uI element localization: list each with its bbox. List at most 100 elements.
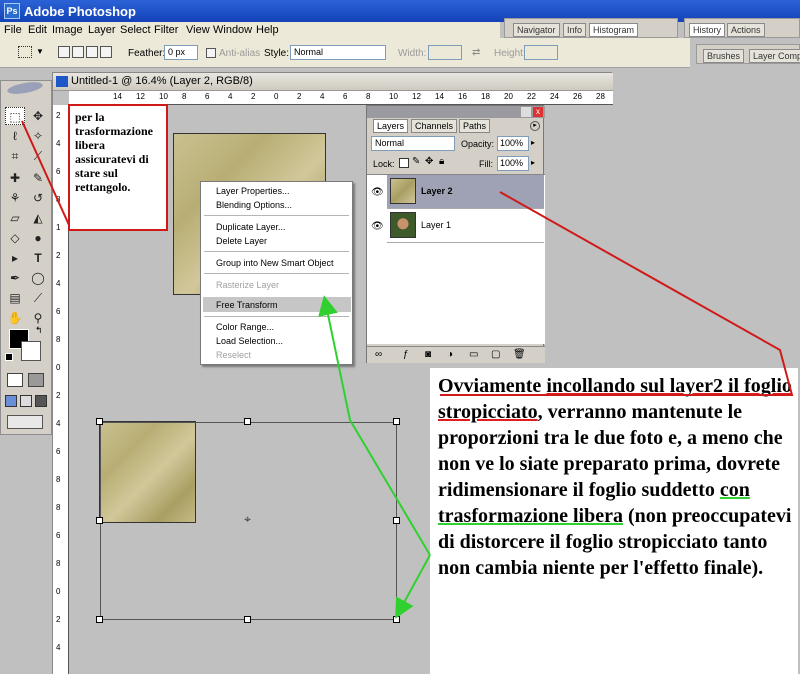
lock-transparent-icon[interactable] bbox=[399, 158, 409, 168]
antialias-checkbox[interactable] bbox=[206, 48, 216, 58]
menu-item-color-range[interactable]: Color Range... bbox=[216, 322, 274, 332]
swap-arrows-icon[interactable]: ⇄ bbox=[472, 47, 480, 58]
feather-input[interactable]: 0 px bbox=[164, 45, 198, 60]
tab-layers[interactable]: Layers bbox=[373, 119, 409, 133]
tab-brushes[interactable]: Brushes bbox=[703, 49, 745, 63]
move-tool-icon[interactable]: ✥ bbox=[28, 107, 48, 125]
fill-slider-arrow-icon[interactable]: ▸ bbox=[531, 158, 535, 167]
style-select[interactable]: Normal bbox=[290, 45, 386, 60]
menu-layer[interactable]: Layer bbox=[88, 24, 116, 36]
menu-help[interactable]: Help bbox=[256, 24, 279, 36]
menu-item-load-selection[interactable]: Load Selection... bbox=[216, 336, 283, 346]
menu-item-free-transform[interactable]: Free Transform bbox=[216, 300, 278, 310]
clone-stamp-tool-icon[interactable]: ⚘ bbox=[5, 189, 25, 207]
menu-item-duplicate-layer[interactable]: Duplicate Layer... bbox=[216, 222, 286, 232]
lock-position-icon[interactable]: ✥ bbox=[425, 156, 433, 167]
link-layers-icon[interactable]: ∞ bbox=[375, 349, 382, 360]
subtract-selection-icon[interactable] bbox=[86, 46, 98, 58]
add-selection-icon[interactable] bbox=[72, 46, 84, 58]
hand-tool-icon[interactable]: ✋ bbox=[5, 309, 25, 327]
layer-mask-icon[interactable]: ◙ bbox=[425, 349, 431, 360]
screen-mode-full-icon[interactable] bbox=[35, 395, 47, 407]
paint-bucket-tool-icon[interactable]: ◭ bbox=[28, 209, 48, 227]
rectangular-marquee-tool-icon[interactable]: ⬚ bbox=[5, 107, 25, 125]
crop-tool-icon[interactable]: ⌗ bbox=[5, 147, 25, 165]
close-icon[interactable]: x bbox=[533, 107, 543, 117]
intersect-selection-icon[interactable] bbox=[100, 46, 112, 58]
menu-file[interactable]: File bbox=[4, 24, 22, 36]
menu-filter[interactable]: Filter bbox=[154, 24, 178, 36]
lock-image-icon[interactable]: ✎ bbox=[412, 156, 420, 167]
tab-actions[interactable]: Actions bbox=[727, 23, 765, 37]
visibility-eye-icon[interactable]: 👁︎ bbox=[371, 221, 385, 233]
tab-channels[interactable]: Channels bbox=[411, 119, 458, 133]
transform-handle[interactable] bbox=[393, 418, 400, 425]
opacity-input[interactable]: 100% bbox=[497, 136, 529, 151]
history-brush-tool-icon[interactable]: ↺ bbox=[28, 189, 48, 207]
transform-handle[interactable] bbox=[96, 517, 103, 524]
new-layer-icon[interactable]: ▢ bbox=[491, 349, 500, 360]
menu-select[interactable]: Select bbox=[120, 24, 151, 36]
shape-tool-icon[interactable]: ◯ bbox=[28, 269, 48, 287]
menu-item-layer-properties[interactable]: Layer Properties... bbox=[216, 186, 290, 196]
background-color-swatch[interactable] bbox=[21, 341, 41, 361]
lock-all-icon[interactable]: 🔒︎ bbox=[439, 156, 444, 167]
marquee-tool-preset-icon[interactable] bbox=[18, 46, 32, 58]
delete-layer-icon[interactable]: 🗑︎ bbox=[513, 349, 526, 360]
menu-item-group-smart-object[interactable]: Group into New Smart Object bbox=[216, 258, 334, 268]
eyedropper-tool-icon[interactable]: ⟋ bbox=[28, 289, 48, 307]
menu-edit[interactable]: Edit bbox=[28, 24, 47, 36]
blur-tool-icon[interactable]: ◇ bbox=[5, 229, 25, 247]
notes-tool-icon[interactable]: ▤ bbox=[5, 289, 25, 307]
default-colors-icon[interactable] bbox=[5, 353, 13, 361]
transform-handle[interactable] bbox=[96, 418, 103, 425]
tab-navigator[interactable]: Navigator bbox=[513, 23, 560, 37]
transform-center-point-icon[interactable]: ⌖ bbox=[241, 513, 254, 526]
quick-mask-mode-icon[interactable] bbox=[28, 373, 44, 387]
menu-view[interactable]: View bbox=[186, 24, 210, 36]
layer-row-layer-2[interactable]: Layer 2 bbox=[387, 175, 544, 209]
transform-handle[interactable] bbox=[244, 616, 251, 623]
jump-to-imageready-icon[interactable] bbox=[7, 415, 43, 429]
healing-brush-tool-icon[interactable]: ✚ bbox=[5, 169, 25, 187]
new-group-icon[interactable]: ▭ bbox=[469, 349, 478, 360]
preset-dropdown-icon[interactable]: ▼ bbox=[36, 47, 44, 56]
adjustment-layer-icon[interactable]: ◑ bbox=[447, 349, 453, 360]
width-input[interactable] bbox=[428, 45, 462, 60]
layer-row-layer-1[interactable]: Layer 1 bbox=[387, 209, 544, 243]
menu-image[interactable]: Image bbox=[52, 24, 83, 36]
menu-item-delete-layer[interactable]: Delete Layer bbox=[216, 236, 267, 246]
new-selection-icon[interactable] bbox=[58, 46, 70, 58]
slice-tool-icon[interactable]: ⟋ bbox=[28, 147, 48, 165]
transform-handle[interactable] bbox=[393, 517, 400, 524]
opacity-slider-arrow-icon[interactable]: ▸ bbox=[531, 138, 535, 147]
brush-tool-icon[interactable]: ✎ bbox=[28, 169, 48, 187]
tab-paths[interactable]: Paths bbox=[459, 119, 491, 133]
magic-wand-tool-icon[interactable]: ✧ bbox=[28, 127, 48, 145]
dodge-tool-icon[interactable]: ● bbox=[28, 229, 48, 247]
pen-tool-icon[interactable]: ✒ bbox=[5, 269, 25, 287]
minimize-icon[interactable] bbox=[521, 107, 531, 117]
screen-mode-full-menu-icon[interactable] bbox=[20, 395, 32, 407]
path-selection-tool-icon[interactable]: ▸ bbox=[5, 249, 25, 267]
height-input[interactable] bbox=[524, 45, 558, 60]
tab-info[interactable]: Info bbox=[563, 23, 587, 37]
eraser-tool-icon[interactable]: ▱ bbox=[5, 209, 25, 227]
layer-style-icon[interactable]: ƒ bbox=[403, 349, 409, 360]
transform-handle[interactable] bbox=[96, 616, 103, 623]
palette-menu-icon[interactable]: ▸ bbox=[530, 121, 540, 131]
tab-history[interactable]: History bbox=[689, 23, 726, 37]
visibility-eye-icon[interactable]: 👁︎ bbox=[371, 187, 385, 199]
lasso-tool-icon[interactable]: ℓ bbox=[5, 127, 25, 145]
menu-window[interactable]: Window bbox=[213, 24, 252, 36]
tab-histogram[interactable]: Histogram bbox=[589, 23, 639, 37]
swap-colors-icon[interactable]: ↰ bbox=[35, 325, 43, 336]
transform-handle[interactable] bbox=[393, 616, 400, 623]
menu-item-blending-options[interactable]: Blending Options... bbox=[216, 200, 292, 210]
screen-mode-standard-icon[interactable] bbox=[5, 395, 17, 407]
fill-input[interactable]: 100% bbox=[497, 156, 529, 171]
tab-layer-comps[interactable]: Layer Comp bbox=[749, 49, 800, 63]
type-tool-icon[interactable]: T bbox=[28, 249, 48, 267]
blend-mode-select[interactable]: Normal bbox=[371, 136, 455, 151]
transform-handle[interactable] bbox=[244, 418, 251, 425]
